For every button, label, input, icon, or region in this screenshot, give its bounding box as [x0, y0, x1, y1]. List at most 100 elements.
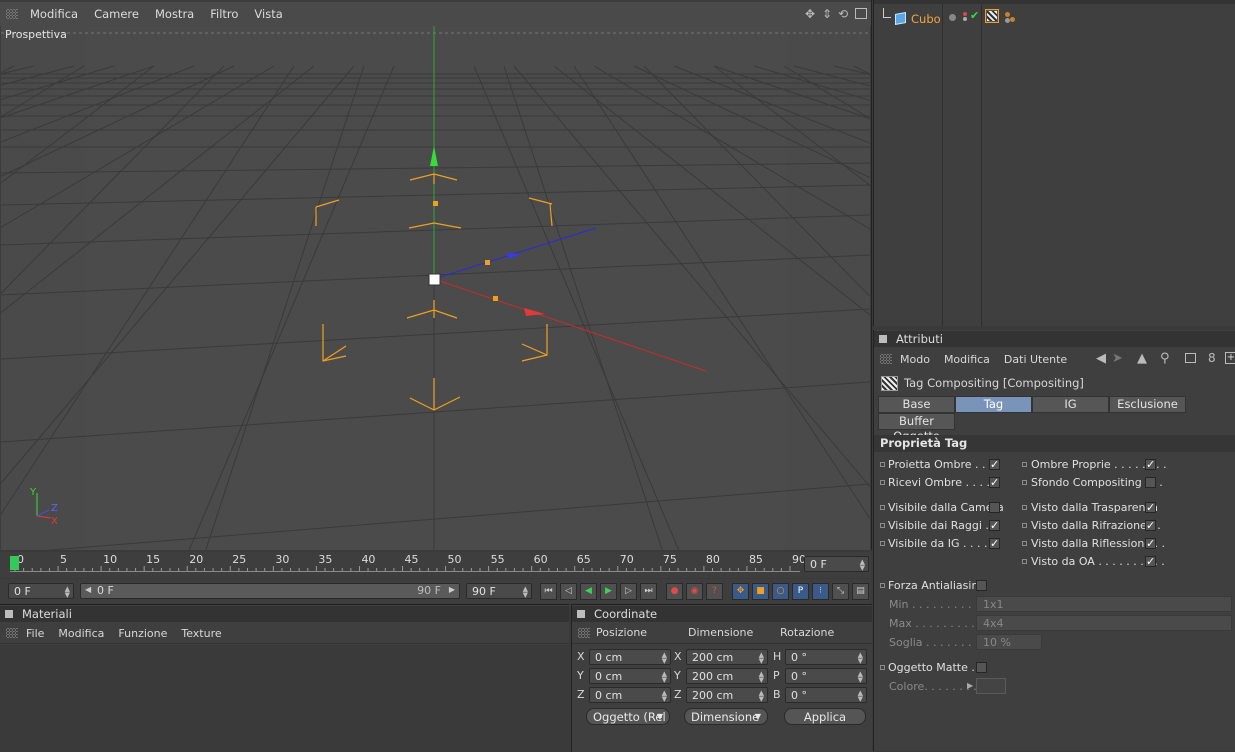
key-parameter-icon[interactable]: P: [792, 583, 809, 600]
tab-buffer-oggetto[interactable]: Buffer Oggetto: [878, 413, 955, 443]
prev-key-icon[interactable]: ◁: [560, 583, 577, 600]
range-left-arrow-icon[interactable]: ◀: [85, 585, 91, 594]
spinner-icon[interactable]: ▲ ▼: [858, 671, 863, 684]
tab-tag[interactable]: Tag: [955, 396, 1032, 413]
menu-mostra[interactable]: Mostra: [147, 7, 202, 21]
rotate-view-icon[interactable]: ⟲: [838, 7, 848, 21]
zoom-view-icon[interactable]: ⇕: [822, 7, 832, 21]
key-pla-icon[interactable]: ⁝: [812, 583, 829, 600]
search-icon[interactable]: ⚲: [1160, 351, 1170, 366]
antialias-checkbox[interactable]: [976, 580, 987, 591]
spinner-icon[interactable]: ▲ ▼: [662, 690, 667, 703]
layer-dot-icon[interactable]: [949, 14, 956, 21]
up-arrow-icon[interactable]: ▲: [1137, 351, 1147, 366]
spinner-icon[interactable]: ▲ ▼: [759, 652, 764, 665]
tab-ig[interactable]: IG: [1032, 396, 1109, 413]
right-prop-checkbox[interactable]: ✓: [1145, 502, 1156, 513]
menu-dati-utente[interactable]: Dati Utente: [1004, 353, 1067, 366]
viewport-canvas[interactable]: Y Z X: [1, 26, 870, 550]
key-scale-icon[interactable]: ■: [752, 583, 769, 600]
tab-base[interactable]: Base: [878, 396, 955, 413]
record-keys-icon[interactable]: ●: [666, 583, 683, 600]
end-frame-field[interactable]: 90 F ▲ ▼: [466, 583, 532, 599]
menu-modo[interactable]: Modo: [900, 353, 930, 366]
go-to-start-icon[interactable]: ⏮: [540, 583, 557, 600]
maximize-view-icon[interactable]: [855, 8, 867, 19]
y-scale-handle[interactable]: [433, 201, 438, 206]
spinner-icon[interactable]: ▲ ▼: [662, 671, 667, 684]
panel-grip-icon[interactable]: [6, 628, 18, 638]
rotation-field[interactable]: 0 ° ▲ ▼: [785, 668, 867, 684]
x-scale-handle[interactable]: [493, 296, 498, 301]
rotation-field[interactable]: 0 ° ▲ ▼: [785, 649, 867, 665]
current-frame-field[interactable]: 0 F ▲ ▼: [804, 556, 869, 572]
param-dot-icon[interactable]: [1022, 505, 1027, 510]
position-field[interactable]: 0 cm ▲ ▼: [589, 668, 671, 684]
panel-square-icon[interactable]: [577, 610, 585, 618]
color-swatch[interactable]: [976, 678, 1006, 694]
link-icon[interactable]: 8: [1208, 351, 1216, 365]
back-arrow-icon[interactable]: ◀: [1096, 351, 1106, 366]
playhead-marker[interactable]: [10, 556, 19, 570]
next-frame-icon[interactable]: ▷: [620, 583, 637, 600]
add-icon[interactable]: +: [1225, 352, 1235, 364]
menu-modifica[interactable]: Modifica: [22, 7, 86, 21]
key-rotation-icon[interactable]: ○: [772, 583, 789, 600]
spinner-icon[interactable]: ▲ ▼: [662, 652, 667, 665]
spinner-icon[interactable]: ▲ ▼: [858, 690, 863, 703]
param-dot-icon[interactable]: [880, 583, 885, 588]
auto-key-icon[interactable]: ◉: [686, 583, 703, 600]
object-center-icon[interactable]: [428, 273, 441, 286]
menu-funzione[interactable]: Funzione: [118, 627, 167, 640]
left-prop-checkbox[interactable]: [989, 502, 1000, 513]
timeline-ruler[interactable]: 0 5 10 15 20 25 30 35 40 45 50 55 60 65 70 75 80 85 90 0 F…: [0, 552, 871, 578]
lock-icon[interactable]: [1185, 353, 1196, 363]
matte-checkbox[interactable]: [976, 662, 987, 673]
prev-frame-icon[interactable]: ◀: [580, 583, 597, 600]
param-dot-icon[interactable]: [880, 665, 885, 670]
right-prop-checkbox[interactable]: ✓: [1145, 459, 1156, 470]
materials-area[interactable]: [0, 645, 569, 752]
position-field[interactable]: 0 cm ▲ ▼: [589, 649, 671, 665]
right-prop-checkbox[interactable]: [1145, 477, 1156, 488]
apply-button[interactable]: Applica: [784, 708, 866, 725]
menu-file[interactable]: File: [26, 627, 44, 640]
spinner-icon[interactable]: ▲ ▼: [759, 671, 764, 684]
panel-grip-icon[interactable]: [6, 9, 18, 19]
dimension-field[interactable]: 200 cm ▲ ▼: [686, 668, 768, 684]
right-prop-checkbox[interactable]: ✓: [1145, 538, 1156, 549]
forward-arrow-icon[interactable]: ➤: [1112, 351, 1123, 366]
start-frame-field[interactable]: 0 F ▲ ▼: [8, 583, 74, 599]
spinner-icon[interactable]: ▲ ▼: [858, 652, 863, 665]
key-position-icon[interactable]: ✥: [732, 583, 749, 600]
right-prop-checkbox[interactable]: ✓: [1145, 520, 1156, 531]
panel-square-icon[interactable]: [5, 610, 13, 618]
param-dot-icon[interactable]: [880, 505, 885, 510]
scheme-icon[interactable]: ▤: [852, 583, 869, 600]
move-view-icon[interactable]: ✥: [805, 7, 815, 21]
left-prop-checkbox[interactable]: ✓: [989, 459, 1000, 470]
param-dot-icon[interactable]: [880, 523, 885, 528]
param-dot-icon[interactable]: [880, 462, 885, 467]
z-scale-handle[interactable]: [485, 260, 490, 265]
play-icon[interactable]: ▶: [600, 583, 617, 600]
panel-square-icon[interactable]: [879, 335, 887, 343]
right-prop-checkbox[interactable]: ✓: [1145, 556, 1156, 567]
range-slider[interactable]: ◀ 0 F 90 F ▶: [80, 583, 460, 599]
range-right-arrow-icon[interactable]: ▶: [449, 585, 455, 594]
panel-grip-icon[interactable]: [578, 628, 590, 638]
object-name-cubo[interactable]: Cubo: [911, 12, 941, 26]
max-select[interactable]: 4x4: [976, 615, 1232, 631]
rotation-field[interactable]: 0 ° ▲ ▼: [785, 687, 867, 703]
material-tag-icon[interactable]: [1005, 12, 1010, 17]
visibility-dots-icon[interactable]: [963, 12, 967, 16]
spinner-icon[interactable]: ▲ ▼: [860, 559, 865, 572]
go-to-end-icon[interactable]: ⏭: [640, 583, 657, 600]
panel-grip-icon[interactable]: [880, 354, 892, 364]
param-dot-icon[interactable]: [1022, 541, 1027, 546]
position-field[interactable]: 0 cm ▲ ▼: [589, 687, 671, 703]
tab-esclusione[interactable]: Esclusione: [1109, 396, 1186, 413]
size-mode-select[interactable]: Dimensione ▼: [684, 708, 768, 725]
param-dot-icon[interactable]: [1022, 480, 1027, 485]
min-select[interactable]: 1x1: [976, 596, 1232, 612]
